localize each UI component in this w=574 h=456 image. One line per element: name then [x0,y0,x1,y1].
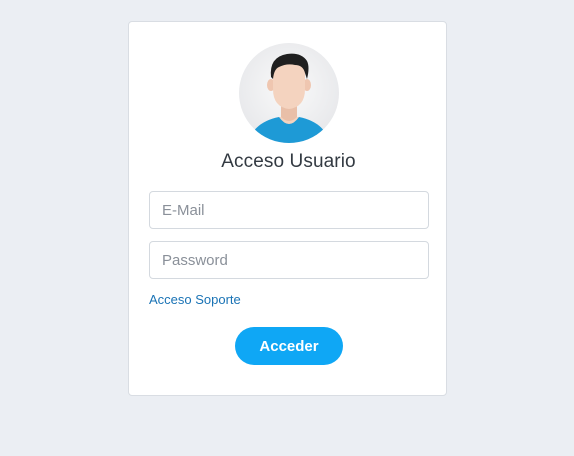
email-field[interactable] [149,191,429,229]
support-access-link[interactable]: Acceso Soporte [149,292,241,307]
avatar [239,43,339,143]
login-card: Acceso Usuario Acceso Soporte Acceder [128,21,447,396]
login-title: Acceso Usuario [221,151,356,172]
login-submit-button[interactable]: Acceder [235,327,343,365]
user-avatar-icon [239,43,339,143]
password-field[interactable] [149,241,429,279]
